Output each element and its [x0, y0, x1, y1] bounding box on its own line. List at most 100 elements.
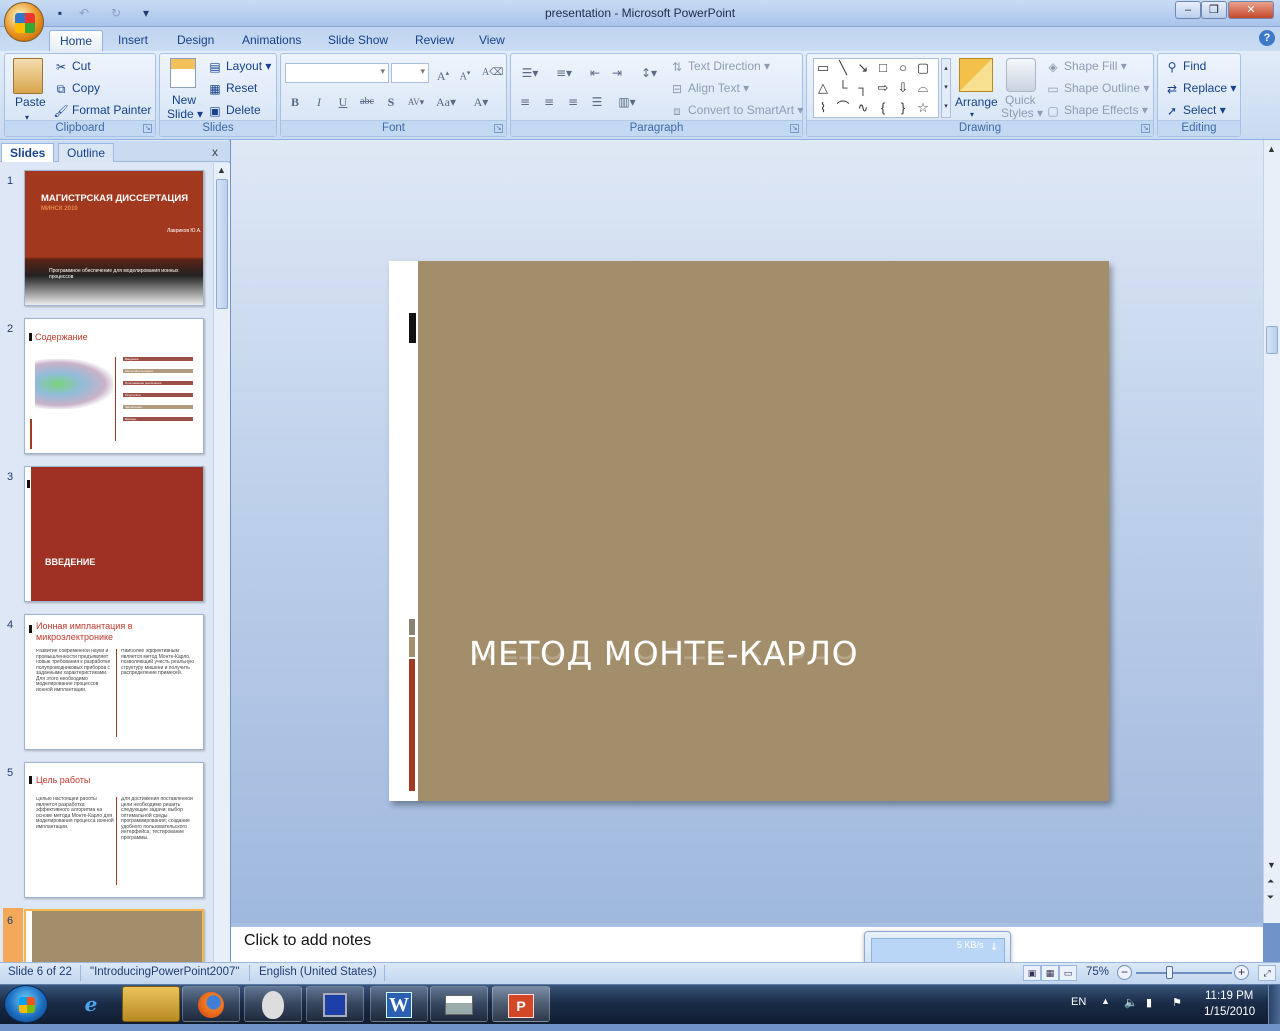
curve-shape-icon[interactable]: ⌇: [814, 99, 832, 117]
zoom-slider-knob[interactable]: [1166, 966, 1173, 979]
slide-sorter-view-icon[interactable]: ▦: [1041, 965, 1059, 981]
tab-slide-show[interactable]: Slide Show: [318, 30, 398, 51]
next-slide-icon[interactable]: ⏷: [1267, 892, 1274, 903]
rectangle-shape-icon[interactable]: □: [874, 59, 892, 77]
tab-outline[interactable]: Outline: [58, 143, 115, 162]
notes-pane[interactable]: [231, 923, 1263, 962]
tab-insert[interactable]: Insert: [108, 30, 158, 51]
scroll-up-icon[interactable]: ▲: [1267, 144, 1276, 154]
theme-name[interactable]: "IntroducingPowerPoint2007": [90, 966, 239, 978]
left-brace-shape-icon[interactable]: {: [874, 99, 892, 117]
arrow-line-shape-icon[interactable]: ↘: [854, 59, 872, 77]
shapes-gallery[interactable]: ▭ ╲ ↘ □ ○ ▢ △ └ ┐ ⇨ ⇩ ⌓ ⌇ ⌒ ∿ { } ☆: [813, 58, 939, 118]
clock-date[interactable]: 1/15/2010: [1204, 1006, 1255, 1018]
ie-icon[interactable]: e: [62, 986, 120, 1022]
line-spacing-icon[interactable]: ↕▾: [635, 63, 663, 83]
columns-icon[interactable]: ▥▾: [613, 92, 641, 112]
close-button[interactable]: ✕: [1228, 1, 1274, 19]
star-shape-icon[interactable]: ☆: [914, 99, 932, 117]
shape-effects-button[interactable]: ▢ Shape Effects ▾: [1045, 102, 1148, 119]
scroll-up-icon[interactable]: ▲: [217, 165, 226, 175]
clipboard-launcher-icon[interactable]: ↘: [143, 124, 152, 133]
bold-icon[interactable]: B: [285, 92, 305, 112]
align-left-icon[interactable]: ≡: [515, 92, 535, 112]
tab-slides[interactable]: Slides: [1, 143, 55, 162]
elbow-connector-icon[interactable]: └: [834, 79, 852, 97]
volume-icon[interactable]: 🔈: [1124, 996, 1138, 1009]
firefox-icon[interactable]: [182, 986, 240, 1022]
slide-thumbnail-3[interactable]: ВВЕДЕНИЕ: [24, 466, 204, 602]
freeform-shape-icon[interactable]: ⌓: [914, 79, 932, 97]
zoom-out-icon[interactable]: −: [1117, 965, 1132, 980]
arrange-button[interactable]: Arrange: [955, 94, 998, 110]
word-icon[interactable]: W: [370, 986, 428, 1022]
italic-icon[interactable]: I: [309, 92, 329, 112]
minimize-button[interactable]: –: [1175, 1, 1201, 19]
tab-design[interactable]: Design: [167, 30, 224, 51]
shrink-font-icon[interactable]: A▾: [455, 63, 475, 83]
align-right-icon[interactable]: ≡: [563, 92, 583, 112]
paragraph-launcher-icon[interactable]: ↘: [790, 124, 799, 133]
explorer-icon[interactable]: [122, 986, 180, 1022]
show-hidden-icons-icon[interactable]: ▲: [1101, 996, 1110, 1006]
current-slide[interactable]: [389, 261, 1109, 801]
help-icon[interactable]: ?: [1259, 30, 1275, 46]
drawing-launcher-icon[interactable]: ↘: [1141, 124, 1150, 133]
alien-app-icon[interactable]: [244, 986, 302, 1022]
shapes-gallery-scroll[interactable]: ▴ ▾ ▾: [941, 58, 951, 118]
fit-to-window-icon[interactable]: ⤢: [1258, 965, 1276, 981]
copy-button[interactable]: ⧉ Copy: [53, 80, 100, 97]
slide-thumbnail-6[interactable]: [24, 909, 204, 962]
font-color-icon[interactable]: A▾: [467, 92, 495, 112]
show-desktop-button[interactable]: [1268, 985, 1280, 1024]
find-button[interactable]: ⚲ Find: [1164, 58, 1207, 75]
delete-button[interactable]: ▣ Delete: [207, 102, 260, 119]
format-painter-button[interactable]: 🖌 Format Painter: [53, 102, 151, 119]
clock-time[interactable]: 11:19 PM: [1205, 990, 1253, 1002]
shape-outline-button[interactable]: ▭ Shape Outline ▾: [1045, 80, 1149, 97]
language-status[interactable]: English (United States): [259, 966, 377, 978]
textbox-shape-icon[interactable]: ▭: [814, 59, 832, 77]
font-name-combo[interactable]: [285, 63, 389, 83]
slide-thumbnail-2[interactable]: Содержание Введение Метод Монте-Карло Пр…: [24, 318, 204, 454]
underline-icon[interactable]: U: [333, 92, 353, 112]
bullets-icon[interactable]: ☰▾: [515, 63, 545, 83]
clear-formatting-icon[interactable]: A⌫: [481, 63, 503, 83]
quick-styles-button[interactable]: Styles ▾: [1001, 105, 1043, 121]
thumbnail-scrollbar[interactable]: ▲: [213, 163, 230, 962]
tab-animations[interactable]: Animations: [232, 30, 311, 51]
slide-show-view-icon[interactable]: ▭: [1059, 965, 1077, 981]
select-button[interactable]: ➚ Select ▾: [1164, 102, 1226, 119]
strikethrough-icon[interactable]: abc: [357, 92, 377, 112]
arc-shape-icon[interactable]: ⌒: [834, 99, 852, 117]
wave-shape-icon[interactable]: ∿: [854, 99, 872, 117]
triangle-shape-icon[interactable]: △: [814, 79, 832, 97]
save-app-icon[interactable]: [306, 986, 364, 1022]
increase-indent-icon[interactable]: ⇥: [607, 63, 627, 83]
cut-button[interactable]: ✂ Cut: [53, 58, 91, 75]
convert-smartart-button[interactable]: ⧈ Convert to SmartArt ▾: [669, 102, 803, 119]
shape-fill-button[interactable]: ◈ Shape Fill ▾: [1045, 58, 1126, 75]
grow-font-icon[interactable]: A▴: [433, 63, 453, 83]
normal-view-icon[interactable]: ▣: [1023, 965, 1041, 981]
thumbnail-scroll-thumb[interactable]: [216, 179, 228, 309]
maximize-button[interactable]: ❐: [1201, 1, 1227, 19]
close-pane-icon[interactable]: x: [212, 145, 218, 159]
zoom-slider[interactable]: [1136, 972, 1232, 974]
notes-placeholder[interactable]: Click to add notes: [244, 932, 371, 950]
input-language[interactable]: EN: [1071, 996, 1086, 1008]
layout-button[interactable]: ▤ Layout ▾: [207, 58, 271, 75]
tab-review[interactable]: Review: [405, 30, 464, 51]
change-case-icon[interactable]: Aa▾: [433, 92, 459, 112]
text-shadow-icon[interactable]: S: [381, 92, 401, 112]
tab-view[interactable]: View: [469, 30, 515, 51]
right-arrow-shape-icon[interactable]: ⇨: [874, 79, 892, 97]
office-button[interactable]: [4, 2, 44, 42]
action-center-flag-icon[interactable]: ⚑: [1172, 996, 1182, 1009]
slide-thumbnail-4[interactable]: Ионная имплантация в микроэлектронике Ра…: [24, 614, 204, 750]
decrease-indent-icon[interactable]: ⇤: [585, 63, 605, 83]
oval-shape-icon[interactable]: ○: [894, 59, 912, 77]
numbering-icon[interactable]: ≡▾: [549, 63, 579, 83]
zoom-in-icon[interactable]: +: [1234, 965, 1249, 980]
scroll-down-icon[interactable]: ▼: [1267, 860, 1276, 870]
